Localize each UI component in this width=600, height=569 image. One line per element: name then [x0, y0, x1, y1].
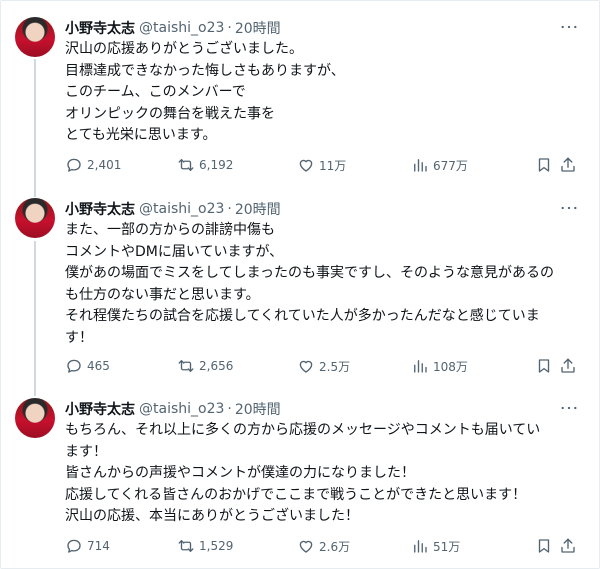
share-icon — [561, 358, 575, 373]
tweet-text: 沢山の応援ありがとうございました。 目標達成できなかった悔しさもありますが、 こ… — [65, 39, 585, 147]
reply-button[interactable]: 2,401 — [65, 156, 121, 174]
more-options-button[interactable] — [559, 400, 579, 416]
share-button[interactable] — [559, 156, 581, 174]
heart-icon — [299, 159, 313, 172]
retweet-count: 2,656 — [199, 359, 234, 373]
like-count: 2.5万 — [319, 359, 351, 374]
tweet-header: 小野寺太志 @taishi_o23 · 20時間 — [65, 399, 281, 419]
retweet-icon — [178, 540, 194, 552]
like-button[interactable]: 11万 — [297, 156, 346, 174]
tweet[interactable]: 小野寺太志 @taishi_o23 · 20時間 また、一部の方からの誹謗中傷も… — [1, 182, 599, 382]
retweet-button[interactable]: 6,192 — [177, 156, 233, 174]
tweet-text-line: 皆さんからの声援やコメントが僕達の力になりました！ — [65, 465, 415, 481]
display-name[interactable]: 小野寺太志 — [65, 199, 135, 219]
retweet-count: 6,192 — [199, 158, 234, 172]
like-button[interactable]: 2.6万 — [297, 537, 350, 555]
share-button[interactable] — [559, 357, 581, 375]
bar-chart-icon — [414, 540, 427, 553]
user-handle[interactable]: @taishi_o23 — [139, 201, 224, 217]
tweet-header: 小野寺太志 @taishi_o23 · 20時間 — [65, 199, 281, 219]
tweet-text-line: 沢山の応援ありがとうございました。 — [65, 41, 303, 57]
bar-chart-icon — [414, 159, 427, 172]
bookmark-button[interactable] — [535, 357, 557, 375]
more-options-button[interactable] — [559, 200, 579, 216]
heart-icon — [299, 360, 313, 373]
timestamp[interactable]: 20時間 — [235, 18, 281, 38]
reply-count: 465 — [87, 359, 110, 373]
tweet-text-line: それ程僕たちの試合を応援してくれていた人が多かったんだなと感じていま — [65, 308, 540, 324]
views-button[interactable]: 108万 — [411, 357, 468, 375]
tweet-text-line: す！ — [65, 329, 93, 346]
separator: · — [227, 201, 232, 217]
share-button[interactable] — [559, 537, 581, 555]
heart-icon — [299, 540, 313, 553]
tweet-text-line: 沢山の応援、本当にありがとうございました！ — [65, 508, 359, 524]
tweet-text-line: 目標達成できなかった悔しさもありますが、 — [65, 62, 345, 79]
tweet-text-line: また、一部の方からの誹謗中傷も — [65, 222, 275, 238]
more-horizontal-icon — [561, 206, 577, 210]
reply-button[interactable]: 465 — [65, 357, 110, 375]
user-handle[interactable]: @taishi_o23 — [139, 401, 224, 417]
view-count: 677万 — [433, 158, 468, 173]
reply-count: 714 — [87, 539, 110, 553]
tweet[interactable]: 小野寺太志 @taishi_o23 · 20時間 沢山の応援ありがとうございまし… — [1, 1, 599, 191]
tweet[interactable]: 小野寺太志 @taishi_o23 · 20時間 もちろん、それ以上に多くの方か… — [1, 382, 599, 568]
tweet-text-line: このチーム、このメンバーで — [65, 84, 246, 100]
retweet-count: 1,529 — [199, 539, 234, 553]
view-count: 51万 — [433, 539, 461, 554]
separator: · — [227, 20, 232, 36]
tweet-text-line: ます！ — [65, 443, 107, 460]
tweet-thread: 小野寺太志 @taishi_o23 · 20時間 沢山の応援ありがとうございまし… — [0, 0, 600, 569]
tweet-text: また、一部の方からの誹謗中傷も コメントやDMに届いていますが、 僕があの場面で… — [65, 220, 585, 349]
views-button[interactable]: 51万 — [411, 537, 460, 555]
tweet-text-line: も仕方のない事だと思います。 — [65, 286, 260, 303]
more-horizontal-icon — [561, 406, 577, 410]
reply-icon — [67, 539, 81, 553]
action-bar: 2,401 6,192 11万 677万 — [65, 155, 579, 175]
tweet-text-line: オリンピックの舞台を戦えた事を — [65, 105, 275, 122]
bookmark-icon — [538, 359, 550, 373]
tweet-text-line: 応援してくれる皆さんのおかげでここまで戦うことができたと思います！ — [65, 486, 527, 503]
separator: · — [227, 401, 232, 417]
reply-count: 2,401 — [87, 158, 122, 172]
tweet-text-line: 僕があの場面でミスをしてしまったのも事実ですし、そのような意見があるの — [65, 265, 555, 281]
retweet-icon — [178, 159, 194, 171]
display-name[interactable]: 小野寺太志 — [65, 18, 135, 38]
avatar[interactable] — [15, 17, 55, 57]
tweet-text-line: とても光栄に思います。 — [65, 127, 217, 143]
retweet-button[interactable]: 2,656 — [177, 357, 233, 375]
share-icon — [561, 157, 575, 172]
bookmark-icon — [538, 158, 550, 172]
share-icon — [561, 538, 575, 553]
like-count: 2.6万 — [319, 539, 351, 554]
more-horizontal-icon — [561, 25, 577, 29]
like-button[interactable]: 2.5万 — [297, 357, 350, 375]
like-count: 11万 — [319, 158, 347, 173]
timestamp[interactable]: 20時間 — [235, 199, 281, 219]
tweet-text: もちろん、それ以上に多くの方から応援のメッセージやコメントも届いてい ます！ 皆… — [65, 420, 585, 528]
user-handle[interactable]: @taishi_o23 — [139, 20, 224, 36]
bar-chart-icon — [414, 360, 427, 373]
reply-icon — [67, 359, 81, 373]
more-options-button[interactable] — [559, 19, 579, 35]
reply-button[interactable]: 714 — [65, 537, 110, 555]
bookmark-icon — [538, 539, 550, 553]
tweet-text-line: コメントやDMに届いていますが、 — [65, 243, 284, 260]
reply-icon — [67, 158, 81, 172]
view-count: 108万 — [433, 359, 468, 374]
action-bar: 465 2,656 2.5万 108万 — [65, 356, 579, 376]
display-name[interactable]: 小野寺太志 — [65, 399, 135, 419]
bookmark-button[interactable] — [535, 537, 557, 555]
retweet-button[interactable]: 1,529 — [177, 537, 233, 555]
tweet-header: 小野寺太志 @taishi_o23 · 20時間 — [65, 18, 281, 38]
avatar[interactable] — [15, 198, 55, 238]
bookmark-button[interactable] — [535, 156, 557, 174]
avatar[interactable] — [15, 398, 55, 438]
views-button[interactable]: 677万 — [411, 156, 468, 174]
retweet-icon — [178, 360, 194, 372]
action-bar: 714 1,529 2.6万 51万 — [65, 536, 579, 556]
timestamp[interactable]: 20時間 — [235, 399, 281, 419]
tweet-text-line: もちろん、それ以上に多くの方から応援のメッセージやコメントも届いてい — [65, 422, 541, 438]
